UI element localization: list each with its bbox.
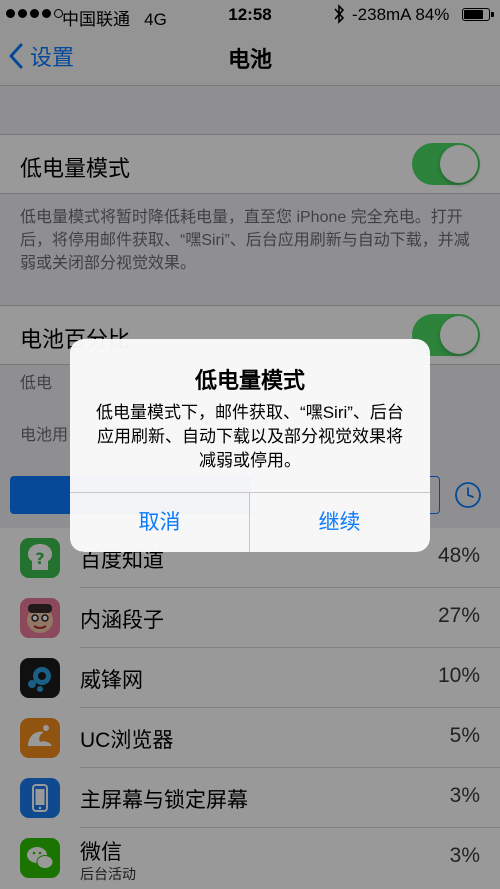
alert-message: 低电量模式下，邮件获取、“嘿Siri”、后台应用刷新、自动下载以及部分视觉效果将… [96,403,404,470]
continue-button[interactable]: 继续 [250,493,429,552]
alert-title: 低电量模式 [194,368,305,393]
low-power-mode-alert: 低电量模式 低电量模式下，邮件获取、“嘿Siri”、后台应用刷新、自动下载以及部… [70,339,430,552]
alert-buttons: 取消 继续 [70,492,430,552]
battery-settings-screen: 中国联通 4G 12:58 -238mA 84% 设置 电池 低电量模式 低电量… [0,0,500,889]
cancel-button[interactable]: 取消 [70,493,249,552]
